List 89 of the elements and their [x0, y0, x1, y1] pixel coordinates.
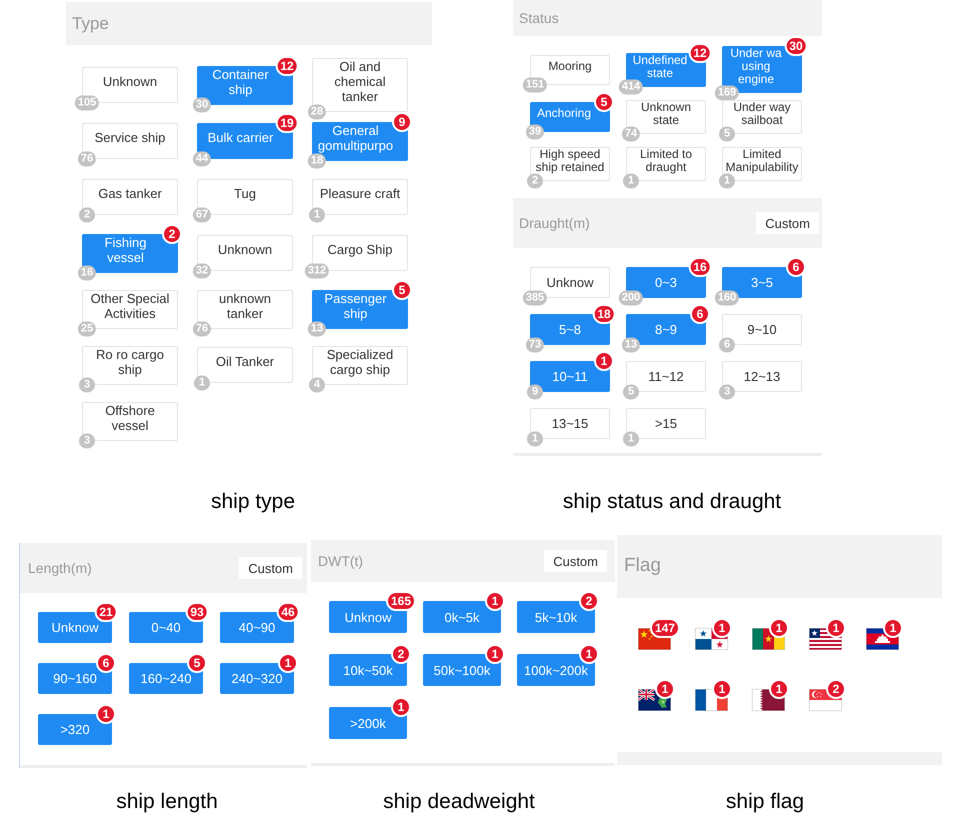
total-count-badge: 5 [623, 384, 639, 400]
selected-count-badge: 1 [485, 591, 505, 611]
selected-count-badge: 1 [769, 679, 789, 699]
total-count-badge: 9 [527, 384, 543, 400]
selected-count-badge: 18 [592, 304, 616, 324]
custom-button[interactable]: Custom [239, 557, 302, 579]
selected-count-badge: 6 [786, 257, 806, 277]
selected-count-badge: 2 [826, 679, 846, 699]
selected-count-badge: 93 [185, 602, 209, 622]
total-count-badge: 5 [719, 126, 735, 141]
total-count-badge: 414 [618, 79, 644, 94]
selected-count-badge: 1 [485, 644, 505, 664]
total-count-badge: 13 [622, 338, 640, 352]
total-count-badge: 1 [309, 208, 325, 222]
selected-count-badge: 46 [276, 602, 300, 622]
selected-count-badge: 1 [883, 618, 903, 638]
selected-count-badge: 16 [688, 257, 712, 277]
figure-caption: ship length [116, 790, 218, 814]
selected-count-badge: 2 [162, 224, 182, 244]
total-count-badge: 2 [79, 208, 95, 222]
total-count-badge: 200 [618, 290, 644, 306]
total-count-badge: 76 [192, 321, 212, 336]
total-count-badge: 76 [78, 152, 96, 166]
figure-caption: ship deadweight [383, 790, 535, 814]
total-count-badge: 30 [192, 97, 212, 112]
selected-count-badge: 12 [275, 56, 299, 76]
selected-count-badge: 1 [769, 618, 789, 638]
total-count-badge: 4 [309, 377, 325, 392]
custom-button[interactable]: Custom [756, 212, 819, 234]
total-count-badge: 1 [623, 432, 639, 446]
selected-count-badge: 5 [594, 92, 614, 112]
selected-count-badge: 21 [94, 602, 118, 622]
total-count-badge: 13 [308, 321, 326, 336]
total-count-badge: 32 [192, 264, 212, 278]
selected-count-badge: 2 [391, 644, 411, 664]
selected-count-badge: 147 [650, 618, 680, 638]
total-count-badge: 44 [192, 152, 212, 166]
selected-count-badge: 1 [712, 679, 732, 699]
total-count-badge: 18 [308, 153, 326, 168]
total-count-badge: 160 [714, 290, 740, 306]
total-count-badge: 25 [78, 321, 96, 336]
selected-count-badge: 19 [275, 113, 299, 133]
selected-count-badge: 5 [392, 280, 412, 300]
selected-count-badge: 165 [386, 591, 416, 611]
total-count-badge: 73 [526, 338, 544, 352]
total-count-badge: 312 [304, 264, 330, 278]
total-count-badge: 3 [79, 377, 95, 392]
section-title: Type [72, 12, 109, 35]
selected-count-badge: 12 [688, 42, 712, 62]
section-title: Draught(m) [519, 214, 590, 233]
total-count-badge: 1 [527, 432, 543, 446]
section-title: DWT(t) [318, 552, 364, 571]
total-count-badge: 151 [522, 77, 548, 92]
custom-button[interactable]: Custom [544, 550, 607, 572]
selected-count-badge: 1 [579, 644, 599, 664]
selected-count-badge: 2 [579, 591, 599, 611]
selected-count-badge: 1 [712, 618, 732, 638]
section-title: Status [519, 8, 559, 28]
total-count-badge: 74 [622, 126, 640, 141]
total-count-badge: 1 [194, 376, 210, 390]
selected-count-badge: 9 [392, 112, 412, 132]
total-count-badge: 2 [527, 173, 543, 188]
total-count-badge: 39 [526, 124, 544, 139]
total-count-badge: 67 [192, 208, 212, 222]
section-title: Flag [624, 554, 661, 578]
figure-caption: ship flag [726, 790, 804, 814]
selected-count-badge: 1 [278, 653, 298, 673]
selected-count-badge: 6 [96, 653, 116, 673]
total-count-badge: 6 [719, 338, 735, 352]
selected-count-badge: 30 [784, 36, 808, 56]
figure-caption: ship status and draught [562, 490, 782, 515]
figure-caption: ship type [210, 490, 296, 515]
selected-count-badge: 1 [826, 618, 846, 638]
total-count-badge: 169 [714, 86, 740, 100]
total-count-badge: 385 [522, 290, 548, 306]
selected-count-badge: 1 [391, 697, 411, 717]
selected-count-badge: 1 [655, 679, 675, 699]
total-count-badge: 28 [308, 104, 326, 120]
total-count-badge: 16 [78, 265, 96, 280]
selected-count-badge: 5 [187, 653, 207, 673]
section-title: Length(m) [28, 558, 92, 578]
total-count-badge: 3 [79, 433, 95, 448]
total-count-badge: 105 [74, 96, 100, 110]
total-count-badge: 1 [719, 173, 735, 188]
selected-count-badge: 1 [594, 351, 614, 371]
selected-count-badge: 1 [96, 704, 116, 724]
selected-count-badge: 6 [690, 304, 710, 324]
total-count-badge: 1 [623, 173, 639, 188]
total-count-badge: 3 [719, 384, 735, 400]
